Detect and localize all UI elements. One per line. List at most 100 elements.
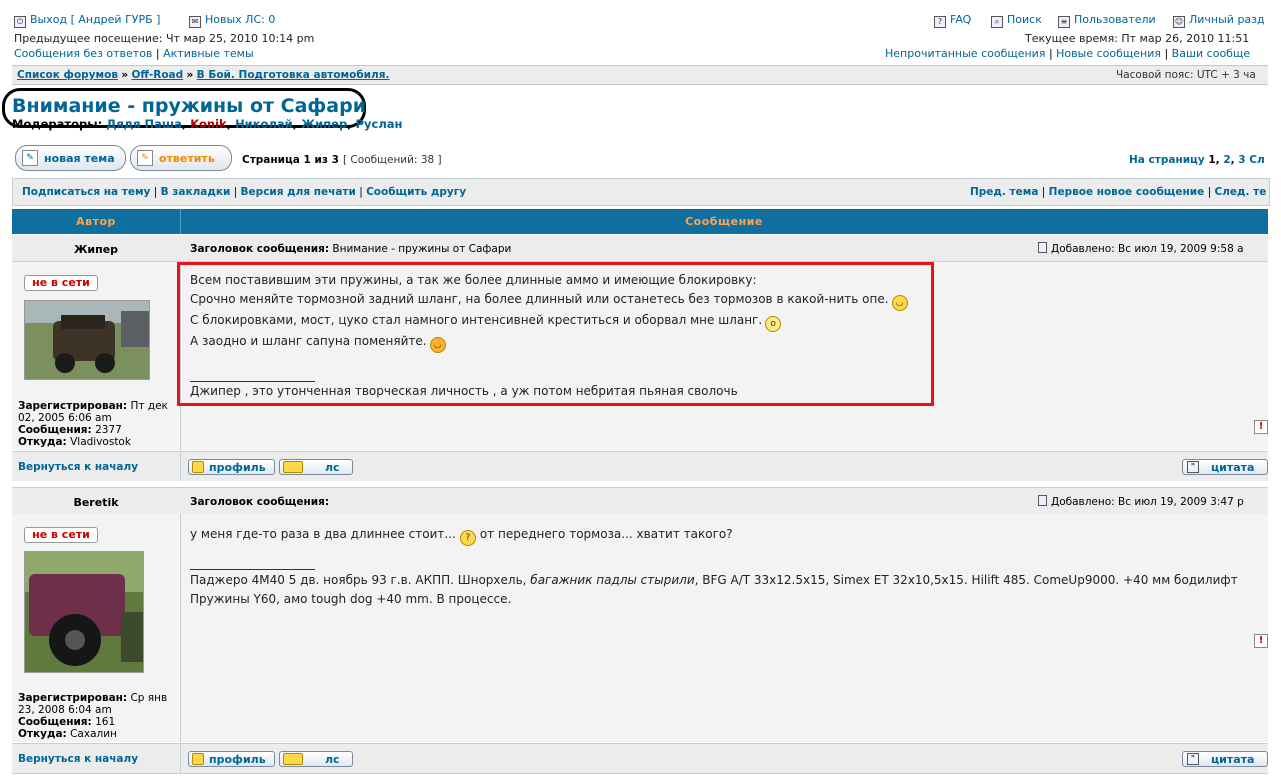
quote-icon: " (1187, 753, 1199, 765)
unanswered-link[interactable]: Сообщения без ответов (14, 47, 152, 60)
pm-button[interactable]: лс (279, 459, 353, 475)
reply-button[interactable]: ✎ ответить (130, 145, 232, 171)
profile-label: профиль (209, 752, 266, 766)
search-link[interactable]: ⌕ Поиск (991, 13, 1042, 28)
signature-part: , BFG A/T 33x12.5x15, Simex ET 32x10,5x1… (694, 573, 1238, 587)
page-2-link[interactable]: 2 (1223, 154, 1230, 166)
moderator-link[interactable]: Konik (190, 117, 226, 131)
post-author[interactable]: Beretik (12, 496, 180, 509)
msgs-label: Сообщения: (18, 424, 92, 436)
next-topic-link[interactable]: След. те (1214, 186, 1266, 198)
new-pm-link[interactable]: ✉ Новых ЛС: 0 (189, 13, 275, 28)
new-pm-text[interactable]: Новых ЛС: 0 (205, 13, 275, 26)
your-posts-link[interactable]: Ваши сообще (1172, 47, 1250, 60)
unread-link[interactable]: Непрочитанные сообщения (885, 47, 1045, 60)
pm-button[interactable]: лс (279, 751, 353, 767)
subject-text: Внимание - пружины от Сафари (332, 243, 512, 255)
quote-label: цитата (1211, 460, 1255, 474)
first-new-link[interactable]: Первое новое сообщение (1049, 186, 1205, 198)
faq-link[interactable]: ? FAQ (934, 13, 971, 28)
prev-topic-link[interactable]: Пред. тема (970, 186, 1038, 198)
profile-icon (192, 461, 204, 473)
page-3-link[interactable]: 3 (1238, 154, 1245, 166)
page-1: 1 (1208, 154, 1216, 166)
breadcrumb-offroad[interactable]: Off-Road (131, 69, 183, 81)
search-text[interactable]: Поиск (1007, 13, 1042, 26)
post-content: у меня где-то раза в два длиннее стоит..… (190, 525, 1238, 609)
active-topics-link[interactable]: Активные темы (163, 47, 254, 60)
topic-title[interactable]: Внимание - пружины от Сафари (12, 95, 366, 117)
moderators-label: Модераторы: (12, 117, 103, 131)
column-divider (180, 514, 181, 742)
post-line: у меня где-то раза в два длиннее стоит..… (190, 527, 456, 541)
post-date-text: Добавлено: Вс июл 19, 2009 9:58 a (1051, 243, 1244, 255)
help-icon: ? (934, 16, 946, 28)
logout-link[interactable]: ⏻ Выход [ Андрей ГУРБ ] (14, 13, 160, 28)
moderators: Модераторы: Дядя Паша, Konik, Николай, Ж… (12, 117, 403, 131)
post-footer-row: Вернуться к началу профиль лс " цитата (12, 451, 1268, 482)
post-header-row: Beretik Заголовок сообщения: Добавлено: … (12, 487, 1268, 515)
quick-links: Сообщения без ответов | Активные темы (14, 47, 254, 60)
personal-text[interactable]: Личный разд (1189, 13, 1265, 26)
print-link[interactable]: Версия для печати (241, 186, 356, 198)
email-friend-link[interactable]: Сообщить другу (366, 186, 466, 198)
post-date: Добавлено: Вс июл 19, 2009 9:58 a (1038, 242, 1244, 255)
new-topic-button[interactable]: ✎ новая тема (15, 145, 126, 171)
from-label: Откуда: (18, 436, 67, 448)
quote-label: цитата (1211, 752, 1255, 766)
breadcrumb-section[interactable]: В Бой. Подготовка автомобиля. (197, 69, 390, 81)
from-value: Сахалин (70, 728, 117, 740)
subject-label: Заголовок сообщения: (190, 496, 330, 508)
subject-label: Заголовок сообщения: (190, 243, 330, 255)
moderator-link[interactable]: Николай (235, 117, 293, 131)
new-posts-link[interactable]: Новые сообщения (1056, 47, 1161, 60)
faq-text[interactable]: FAQ (950, 13, 971, 26)
last-visit: Предыдущее посещение: Чт мар 25, 2010 10… (14, 32, 315, 45)
profile-icon (192, 753, 204, 765)
report-icon[interactable]: ! (1254, 420, 1268, 434)
logout-text[interactable]: Выход [ Андрей ГУРБ ] (30, 13, 160, 26)
moderator-link[interactable]: Жипер (301, 117, 347, 131)
reply-icon: ✎ (137, 150, 153, 166)
post-body-row: не в сети Зарегистрирован: Пт дек 02, 20… (12, 262, 1268, 450)
report-icon[interactable]: ! (1254, 634, 1268, 648)
post-author[interactable]: Жипер (12, 243, 180, 256)
person-icon: ☺ (1173, 16, 1185, 28)
topic-actions-bar: Подписаться на тему | В закладки | Верси… (12, 178, 1270, 206)
post-separator (12, 481, 1268, 486)
personal-link[interactable]: ☺ Личный разд (1173, 13, 1265, 28)
post-subject: Заголовок сообщения: Внимание - пружины … (190, 243, 511, 255)
bookmark-link[interactable]: В закладки (161, 186, 231, 198)
signature-part: Паджеро 4М40 5 дв. ноябрь 93 г.в. АКПП. … (190, 573, 527, 587)
signature-italic: багажник падлы стырили (530, 573, 695, 587)
profile-button[interactable]: профиль (188, 751, 275, 767)
pm-icon (283, 753, 303, 765)
profile-label: профиль (209, 460, 266, 474)
pm-icon (283, 461, 303, 473)
moderator-link[interactable]: Руслан (356, 117, 403, 131)
breadcrumb-forum-list[interactable]: Список форумов (17, 69, 118, 81)
quote-button[interactable]: " цитата (1182, 459, 1268, 475)
moderator-link[interactable]: Дядя Паша (106, 117, 182, 131)
pagination: На страницу 1, 2, 3 Сл (1129, 154, 1265, 166)
page-info: Страница 1 из 3 (242, 154, 339, 166)
next-page-link[interactable]: Сл (1249, 154, 1264, 166)
pm-label: лс (325, 460, 340, 474)
post-date: Добавлено: Вс июл 19, 2009 3:47 p (1038, 495, 1244, 508)
users-text[interactable]: Пользователи (1074, 13, 1156, 26)
msgs-label: Сообщения: (18, 716, 92, 728)
quote-button[interactable]: " цитата (1182, 751, 1268, 767)
reg-label: Зарегистрирован: (18, 692, 128, 704)
quote-icon: " (1187, 461, 1199, 473)
back-to-top-link[interactable]: Вернуться к началу (18, 461, 138, 473)
right-quick-links: Непрочитанные сообщения | Новые сообщени… (885, 47, 1251, 60)
back-to-top-link[interactable]: Вернуться к началу (18, 753, 138, 765)
profile-button[interactable]: профиль (188, 459, 275, 475)
column-divider (180, 209, 181, 234)
signature-divider (190, 569, 315, 570)
highlight-rectangle (177, 262, 934, 406)
column-divider (180, 452, 181, 481)
subscribe-link[interactable]: Подписаться на тему (22, 186, 150, 198)
users-link[interactable]: ≡ Пользователи (1058, 13, 1156, 28)
post-icon (1038, 495, 1047, 506)
